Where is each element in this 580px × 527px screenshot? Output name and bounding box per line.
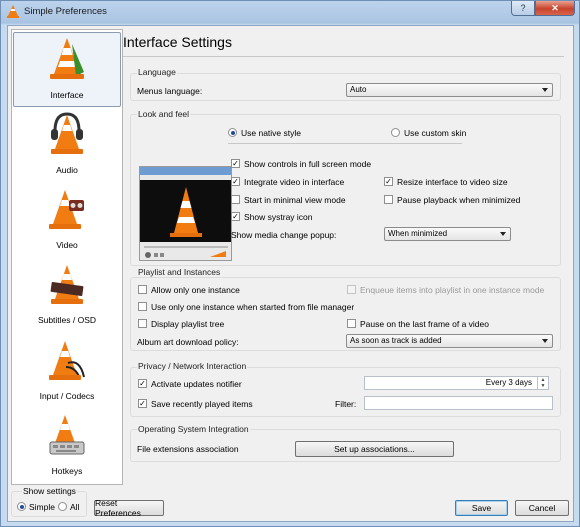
sidebar-item-interface[interactable]: Interface (13, 32, 121, 107)
album-art-select[interactable]: As soon as track is added (346, 334, 553, 348)
integrate-video-checkbox[interactable]: ✓ (231, 177, 240, 186)
chevron-down-icon (500, 232, 506, 236)
sidebar-item-label: Audio (56, 165, 78, 175)
sidebar-item-label: Input / Codecs (39, 391, 95, 401)
allow-one-instance-checkbox[interactable] (138, 285, 147, 294)
category-sidebar: Interface Audio Video Subtitles / OSD In… (11, 29, 123, 485)
display-playlist-tree-label[interactable]: Display playlist tree (151, 319, 224, 329)
privacy-group-title: Privacy / Network Interaction (137, 361, 248, 371)
sidebar-item-video[interactable]: Video (13, 183, 121, 258)
filter-label: Filter: (335, 399, 357, 409)
os-integration-group-title: Operating System Integration (137, 424, 250, 434)
one-instance-file-manager-label[interactable]: Use only one instance when started from … (151, 302, 354, 312)
enqueue-one-instance-checkbox[interactable] (347, 285, 356, 294)
vlc-preview-image (140, 167, 231, 260)
look-and-feel-group-title: Look and feel (137, 109, 191, 119)
sidebar-item-input-codecs[interactable]: Input / Codecs (13, 334, 121, 409)
menus-language-label: Menus language: (137, 86, 203, 96)
native-style-radio[interactable] (228, 128, 237, 137)
sidebar-item-label: Hotkeys (51, 466, 83, 476)
vlc-cone-icon (7, 5, 19, 18)
save-recent-label[interactable]: Save recently played items (151, 399, 253, 409)
minimal-view-label[interactable]: Start in minimal view mode (244, 195, 346, 205)
custom-skin-label[interactable]: Use custom skin (404, 128, 466, 138)
media-change-popup-value: When minimized (388, 229, 448, 238)
save-recent-checkbox[interactable]: ✓ (138, 399, 147, 408)
update-interval-spinbox[interactable]: Every 3 days ▲ ▼ (364, 376, 549, 390)
enqueue-one-instance-label[interactable]: Enqueue items into playlist in one insta… (360, 285, 544, 295)
pause-last-frame-checkbox[interactable] (347, 319, 356, 328)
hotkeys-cone-icon (49, 415, 85, 455)
simple-radio[interactable] (17, 502, 26, 511)
setup-associations-button[interactable]: Set up associations... (295, 441, 454, 457)
preferences-window: Simple Preferences ? ✕ Interface Audio V… (0, 0, 580, 527)
menus-language-value: Auto (350, 85, 367, 94)
look-divider (228, 143, 462, 144)
menus-language-select[interactable]: Auto (346, 83, 553, 97)
sidebar-item-label: Interface (50, 90, 84, 100)
custom-skin-radio[interactable] (391, 128, 400, 137)
pause-last-frame-label[interactable]: Pause on the last frame of a video (360, 319, 489, 329)
show-systray-label[interactable]: Show systray icon (244, 212, 313, 222)
show-systray-checkbox[interactable]: ✓ (231, 212, 240, 221)
media-change-popup-label: Show media change popup: (231, 230, 337, 240)
file-extensions-label: File extensions association (137, 444, 239, 454)
chevron-down-icon (542, 339, 548, 343)
headphones-cone-icon (51, 112, 83, 154)
native-style-label[interactable]: Use native style (241, 128, 301, 138)
pause-minimized-checkbox[interactable] (384, 195, 393, 204)
dialog-body: Interface Audio Video Subtitles / OSD In… (7, 25, 574, 522)
activate-updates-checkbox[interactable]: ✓ (138, 379, 147, 388)
spin-buttons[interactable]: ▲ ▼ (537, 377, 548, 389)
language-group-title: Language (137, 67, 177, 77)
title-bar[interactable]: Simple Preferences ? ✕ (1, 1, 579, 23)
cancel-button[interactable]: Cancel (515, 500, 569, 516)
cables-cone-icon (49, 341, 85, 380)
sidebar-item-label: Subtitles / OSD (37, 315, 97, 325)
pause-minimized-label[interactable]: Pause playback when minimized (397, 195, 520, 205)
minimal-view-checkbox[interactable] (231, 195, 240, 204)
native-style-preview (139, 166, 232, 261)
resize-interface-label[interactable]: Resize interface to video size (397, 177, 508, 187)
window-title: Simple Preferences (24, 6, 107, 17)
sidebar-item-label: Video (56, 240, 78, 250)
integrate-video-label[interactable]: Integrate video in interface (244, 177, 344, 187)
film-cone-icon (49, 190, 84, 229)
all-label[interactable]: All (70, 502, 79, 512)
activate-updates-label[interactable]: Activate updates notifier (151, 379, 242, 389)
interface-cone-icon (50, 38, 84, 79)
simple-label[interactable]: Simple (29, 502, 55, 512)
sidebar-item-subtitles-osd[interactable]: Subtitles / OSD (13, 258, 121, 333)
allow-one-instance-label[interactable]: Allow only one instance (151, 285, 240, 295)
album-art-value: As soon as track is added (350, 336, 442, 345)
show-controls-fullscreen-checkbox[interactable]: ✓ (231, 159, 240, 168)
filter-input[interactable] (364, 396, 553, 410)
show-controls-fullscreen-label[interactable]: Show controls in full screen mode (244, 159, 371, 169)
page-title: Interface Settings (123, 34, 232, 50)
title-divider (123, 56, 564, 57)
update-interval-value: Every 3 days (485, 378, 532, 387)
sidebar-item-hotkeys[interactable]: Hotkeys (13, 409, 121, 484)
media-change-popup-select[interactable]: When minimized (384, 227, 511, 241)
subtitles-cone-icon (50, 265, 84, 304)
help-button[interactable]: ? (511, 1, 535, 16)
resize-interface-checkbox[interactable]: ✓ (384, 177, 393, 186)
display-playlist-tree-checkbox[interactable] (138, 319, 147, 328)
spin-down-icon[interactable]: ▼ (538, 383, 548, 389)
save-button[interactable]: Save (455, 500, 508, 516)
album-art-label: Album art download policy: (137, 337, 239, 347)
show-settings-label: Show settings (22, 486, 77, 496)
one-instance-file-manager-checkbox[interactable] (138, 302, 147, 311)
playlist-group-title: Playlist and Instances (137, 267, 222, 277)
close-button[interactable]: ✕ (535, 1, 575, 16)
all-radio[interactable] (58, 502, 67, 511)
sidebar-item-audio[interactable]: Audio (13, 108, 121, 183)
chevron-down-icon (542, 88, 548, 92)
reset-preferences-button[interactable]: Reset Preferences (94, 498, 164, 518)
